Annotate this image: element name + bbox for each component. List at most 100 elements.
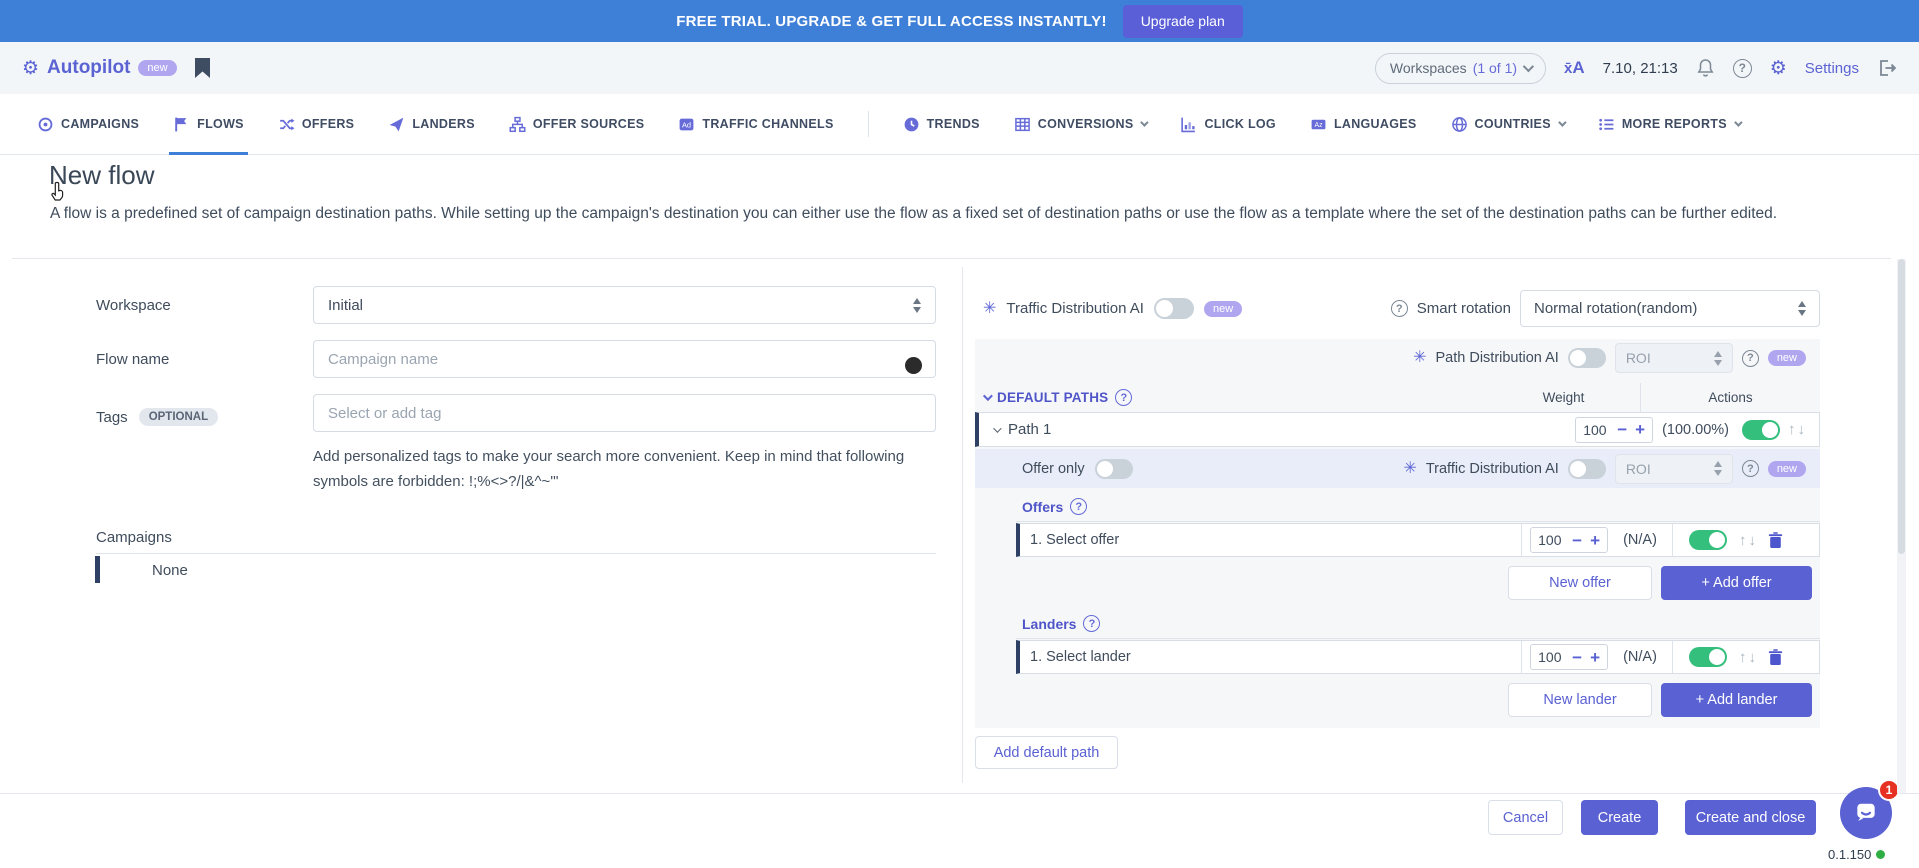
- select-spinner-icon: [1714, 351, 1722, 366]
- metric-value: ROI: [1626, 461, 1651, 477]
- lander-enabled-toggle[interactable]: [1689, 647, 1727, 667]
- ai-sparkle-icon: ✳: [1403, 461, 1416, 477]
- weight-decrease-button[interactable]: −: [1572, 649, 1582, 666]
- smart-rotation-select[interactable]: Normal rotation(random): [1520, 290, 1820, 327]
- offers-help-icon[interactable]: ?: [1070, 498, 1087, 515]
- nav-click-log[interactable]: CLICK LOG: [1180, 94, 1275, 155]
- notifications-bell-icon[interactable]: [1696, 58, 1715, 78]
- landers-help-icon[interactable]: ?: [1083, 615, 1100, 632]
- path-ai-toggle[interactable]: [1568, 348, 1606, 368]
- nav-traffic-channels[interactable]: Ad TRAFFIC CHANNELS: [678, 94, 833, 155]
- path-weight-stepper: 100 − +: [1575, 417, 1653, 443]
- weight-increase-button[interactable]: +: [1590, 649, 1600, 666]
- delete-offer-trash-icon[interactable]: [1768, 532, 1783, 549]
- actions-column-header: Actions: [1640, 383, 1820, 412]
- add-offer-button[interactable]: + Add offer: [1661, 566, 1812, 600]
- bookmark-icon[interactable]: [195, 58, 210, 78]
- weight-increase-button[interactable]: +: [1635, 421, 1645, 438]
- nav-conversions[interactable]: CONVERSIONS: [1014, 94, 1147, 155]
- tags-input[interactable]: [313, 394, 936, 432]
- translate-icon[interactable]: x̄A: [1564, 58, 1585, 78]
- move-down-icon[interactable]: ↓: [1749, 649, 1757, 666]
- weight-decrease-button[interactable]: −: [1617, 421, 1627, 438]
- path-reorder-arrows[interactable]: ↑↓: [1788, 421, 1805, 438]
- version-indicator: 0.1.150: [1828, 847, 1885, 862]
- nav-trends[interactable]: TRENDS: [903, 94, 980, 155]
- logout-icon[interactable]: [1877, 59, 1897, 77]
- add-lander-button[interactable]: + Add lander: [1661, 683, 1812, 717]
- status-dot: [1876, 850, 1885, 859]
- offer-reorder-arrows[interactable]: ↑↓: [1739, 532, 1756, 549]
- landers-section-title: Landers ?: [1022, 615, 1100, 632]
- move-up-icon[interactable]: ↑: [1788, 421, 1796, 438]
- move-up-icon[interactable]: ↑: [1739, 649, 1747, 666]
- delete-lander-trash-icon[interactable]: [1768, 649, 1783, 666]
- path-traffic-ai-toggle[interactable]: [1568, 459, 1606, 479]
- add-default-path-button[interactable]: Add default path: [975, 736, 1118, 769]
- trial-banner-text: FREE TRIAL. UPGRADE & GET FULL ACCESS IN…: [676, 13, 1106, 30]
- default-paths-help-icon[interactable]: ?: [1115, 389, 1132, 406]
- lander-reorder-arrows[interactable]: ↑↓: [1739, 649, 1756, 666]
- nav-offers[interactable]: OFFERS: [278, 94, 355, 155]
- main-nav: CAMPAIGNS FLOWS OFFERS LANDERS OFFER SOU…: [0, 94, 1919, 155]
- move-down-icon[interactable]: ↓: [1749, 532, 1757, 549]
- upgrade-plan-button[interactable]: Upgrade plan: [1123, 5, 1243, 38]
- path-ai-metric-value: ROI: [1626, 350, 1651, 366]
- smart-rotation-help-icon[interactable]: ?: [1391, 300, 1408, 317]
- cancel-button[interactable]: Cancel: [1488, 800, 1563, 835]
- settings-link[interactable]: Settings: [1805, 60, 1859, 77]
- weight-increase-button[interactable]: +: [1590, 532, 1600, 549]
- create-button[interactable]: Create: [1581, 800, 1658, 835]
- path-enabled-toggle[interactable]: [1742, 420, 1780, 440]
- path-traffic-ai-metric-select[interactable]: ROI: [1615, 454, 1733, 484]
- create-and-close-button[interactable]: Create and close: [1685, 800, 1816, 835]
- offer-only-toggle[interactable]: [1095, 459, 1133, 479]
- lander-weight-stepper: 100 − +: [1530, 644, 1608, 670]
- nav-landers[interactable]: LANDERS: [388, 94, 475, 155]
- lander-weight-value[interactable]: 100: [1538, 649, 1564, 665]
- path-ai-help-icon[interactable]: ?: [1742, 350, 1759, 367]
- help-icon[interactable]: ?: [1733, 59, 1752, 78]
- campaigns-icon: [37, 116, 54, 133]
- mouse-cursor: [48, 180, 72, 206]
- nav-more-reports[interactable]: MORE REPORTS: [1598, 94, 1740, 155]
- smart-rotation-group: ? Smart rotation Normal rotation(random): [1391, 290, 1820, 327]
- move-down-icon[interactable]: ↓: [1798, 421, 1806, 438]
- footer-divider: [0, 793, 1919, 794]
- offer-weight-value[interactable]: 100: [1538, 532, 1564, 548]
- lander-select[interactable]: 1. Select lander: [1020, 649, 1521, 665]
- workspace-label: Workspace: [96, 297, 171, 314]
- collapse-chevron-icon[interactable]: [983, 391, 993, 401]
- path-weight-value[interactable]: 100: [1583, 422, 1609, 438]
- move-up-icon[interactable]: ↑: [1739, 532, 1747, 549]
- form-panel-divider: [962, 267, 963, 783]
- traffic-ai-label: Traffic Distribution AI: [1006, 300, 1144, 317]
- nav-countries[interactable]: COUNTRIES: [1451, 94, 1564, 155]
- nav-campaigns[interactable]: CAMPAIGNS: [37, 94, 139, 155]
- landers-title: Landers: [1022, 616, 1076, 632]
- flow-name-input[interactable]: [313, 340, 936, 378]
- workspaces-selector[interactable]: Workspaces (1 of 1): [1375, 53, 1546, 84]
- traffic-ai-help-icon[interactable]: ?: [1742, 460, 1759, 477]
- scrollbar-thumb[interactable]: [1898, 259, 1905, 554]
- offer-select[interactable]: 1. Select offer: [1020, 532, 1521, 548]
- path-ai-metric-select[interactable]: ROI: [1615, 343, 1733, 373]
- settings-gear-icon[interactable]: ⚙: [1770, 57, 1787, 80]
- default-paths-header: DEFAULT PATHS ? Weight Actions: [975, 383, 1820, 412]
- version-number: 0.1.150: [1828, 847, 1871, 862]
- logo[interactable]: ⚙ Autopilot new: [22, 57, 177, 79]
- offers-shuffle-icon: [278, 116, 295, 133]
- new-lander-button[interactable]: New lander: [1508, 683, 1652, 717]
- traffic-ai-toggle[interactable]: [1154, 298, 1194, 319]
- nav-offer-sources[interactable]: OFFER SOURCES: [509, 94, 645, 155]
- weight-decrease-button[interactable]: −: [1572, 532, 1582, 549]
- workspace-select[interactable]: Initial: [313, 286, 936, 324]
- path-name-cell[interactable]: Path 1: [979, 421, 1575, 438]
- new-offer-button[interactable]: New offer: [1508, 566, 1652, 600]
- nav-languages[interactable]: Az LANGUAGES: [1310, 94, 1417, 155]
- offer-enabled-toggle[interactable]: [1689, 530, 1727, 550]
- flows-flag-icon: [173, 116, 190, 133]
- workspaces-count: (1 of 1): [1473, 60, 1517, 76]
- nav-flows[interactable]: FLOWS: [173, 94, 244, 155]
- landers-plane-icon: [388, 116, 405, 133]
